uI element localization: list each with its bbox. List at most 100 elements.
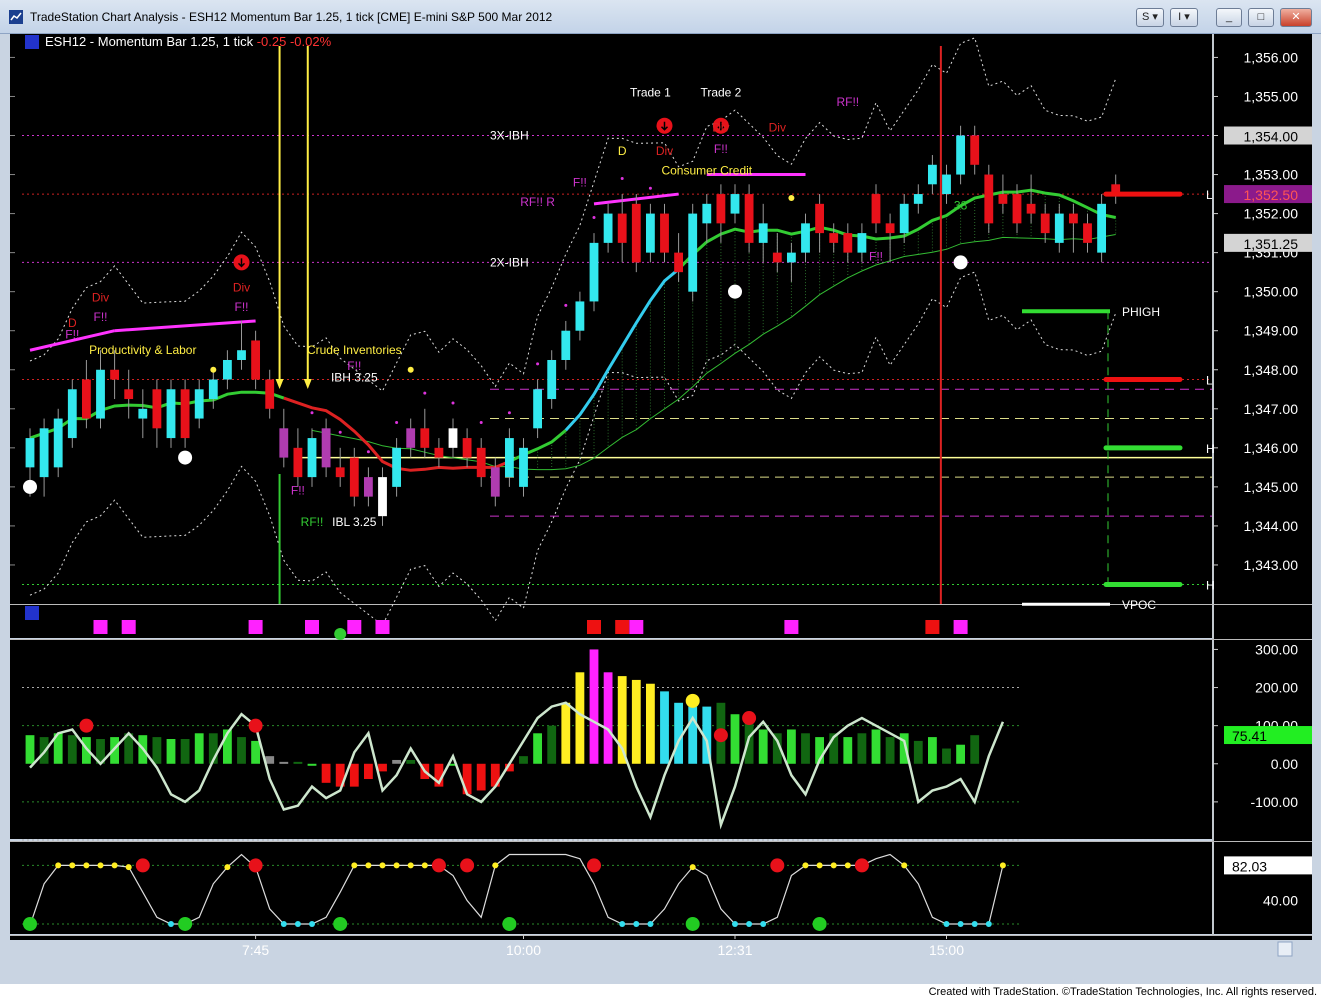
right-level-label: L — [1206, 374, 1213, 388]
candle-body — [1054, 213, 1064, 243]
right-level-label: H — [1206, 578, 1215, 592]
candle-body — [349, 457, 359, 497]
oscillator-dot — [294, 920, 301, 927]
candle-body — [490, 467, 500, 497]
candle-body — [265, 379, 275, 409]
price-panel-bg — [10, 34, 1212, 604]
candle-body — [815, 203, 825, 234]
price-axis-label: 1,348.00 — [1244, 362, 1299, 378]
candle-body — [406, 428, 416, 448]
signal-dot — [507, 411, 511, 415]
candle-body — [39, 428, 49, 478]
chart-annotation: F!! — [573, 175, 587, 189]
close-button[interactable]: ✕ — [1280, 8, 1312, 27]
symbol-link-button[interactable]: S ▾ — [1136, 8, 1164, 27]
momentum-value-label: 75.41 — [1232, 728, 1267, 744]
chart-annotation: F!! — [94, 310, 108, 324]
momentum-histogram-bar — [970, 735, 980, 764]
momentum-histogram-bar — [194, 733, 204, 764]
legend-symbol: ESH12 - Momentum Bar 1.25, 1 tick — [45, 34, 257, 49]
oscillator-dot — [351, 862, 358, 869]
signal-dot — [620, 176, 624, 180]
oscillator-dot — [168, 920, 174, 927]
momentum-histogram-bar — [251, 740, 261, 764]
candle-body — [476, 447, 486, 478]
candle-body — [519, 447, 528, 487]
momentum-histogram-bar — [363, 763, 373, 780]
momentum-histogram-bar — [406, 759, 416, 764]
oscillator-dot — [689, 864, 696, 871]
momentum-histogram-bar — [519, 756, 528, 764]
signal-dot — [648, 186, 652, 190]
minimize-button[interactable]: _ — [1216, 8, 1242, 27]
time-axis-label: 10:00 — [506, 942, 541, 958]
momentum-histogram-bar — [307, 763, 317, 766]
momentum-histogram-bar — [927, 737, 937, 764]
oscillator-dot — [492, 862, 499, 869]
signal-strip-bg — [10, 605, 1212, 638]
candle-body — [589, 242, 599, 302]
indicator-link-button[interactable]: I ▾ — [1170, 8, 1198, 27]
momentum-histogram-bar — [152, 737, 162, 764]
candle-body — [138, 408, 148, 419]
price-axis-label: 1,349.00 — [1244, 323, 1299, 339]
candle-body — [194, 389, 204, 419]
candle-body — [984, 174, 994, 224]
momentum-histogram-bar — [180, 739, 190, 764]
candle-body — [237, 350, 246, 360]
momentum-histogram-bar — [237, 737, 246, 764]
signal-strip-square — [305, 620, 319, 634]
momentum-histogram-bar — [547, 725, 557, 764]
candle-body — [645, 213, 655, 253]
candle-body — [96, 369, 105, 419]
candle-body — [688, 213, 698, 292]
chart-annotation: Trade 1 — [630, 85, 671, 99]
oscillator-dot — [309, 920, 315, 927]
candle-body — [843, 233, 853, 253]
chart-annotation: RF!! — [301, 515, 324, 529]
chart-annotation: Consumer Credit — [661, 164, 752, 178]
momentum-histogram-bar — [758, 729, 768, 764]
oscillator-dot — [125, 864, 132, 871]
signal-dot — [395, 420, 399, 424]
candle-body — [547, 359, 557, 400]
legend-change: -0.25 -0.02% — [257, 34, 332, 49]
chart-area: 1,356.00 1,355.00 1,354.00 1,353.00 1,352.00… — [10, 34, 1312, 960]
candle-body — [420, 428, 430, 448]
candle-body — [378, 477, 387, 517]
signal-strip-square — [93, 620, 108, 634]
candle-body — [603, 213, 613, 243]
momentum-axis-label: 300.00 — [1255, 641, 1298, 657]
oscillator-dot — [647, 920, 654, 927]
momentum-signal-dot — [742, 711, 757, 726]
candle-body — [829, 233, 839, 243]
candle-body — [293, 447, 303, 478]
candle-body — [998, 194, 1008, 204]
window-title: TradeStation Chart Analysis - ESH12 Mome… — [30, 10, 553, 24]
candle-body — [716, 194, 726, 224]
oscillator-dot — [407, 862, 414, 869]
oscillator-dot — [943, 920, 950, 927]
candle-body — [786, 252, 796, 263]
momentum-histogram-bar — [786, 729, 796, 764]
chart-annotation: F!! — [235, 300, 249, 314]
price-axis-label: 1,356.00 — [1244, 49, 1299, 65]
oscillator-signal-dot — [502, 916, 517, 931]
indicator-link-label: I — [1178, 11, 1182, 23]
oscillator-dot — [111, 862, 118, 869]
candle-body — [321, 428, 331, 468]
oscillator-signal-dot — [248, 858, 263, 873]
oscillator-dot — [830, 862, 837, 869]
right-level-label: H — [1206, 442, 1215, 456]
candle-body — [307, 438, 317, 478]
momentum-histogram-bar — [378, 763, 387, 772]
oscillator-dot — [421, 862, 428, 869]
momentum-histogram-bar — [885, 737, 895, 764]
oscillator-signal-dot — [460, 858, 475, 873]
momentum-histogram-bar — [392, 759, 402, 764]
scrollbar-thumb — [1277, 941, 1293, 957]
tradestation-app-icon — [9, 10, 23, 24]
candle-body — [222, 359, 232, 380]
maximize-button[interactable]: □ — [1248, 8, 1274, 27]
signal-dot — [536, 362, 540, 366]
